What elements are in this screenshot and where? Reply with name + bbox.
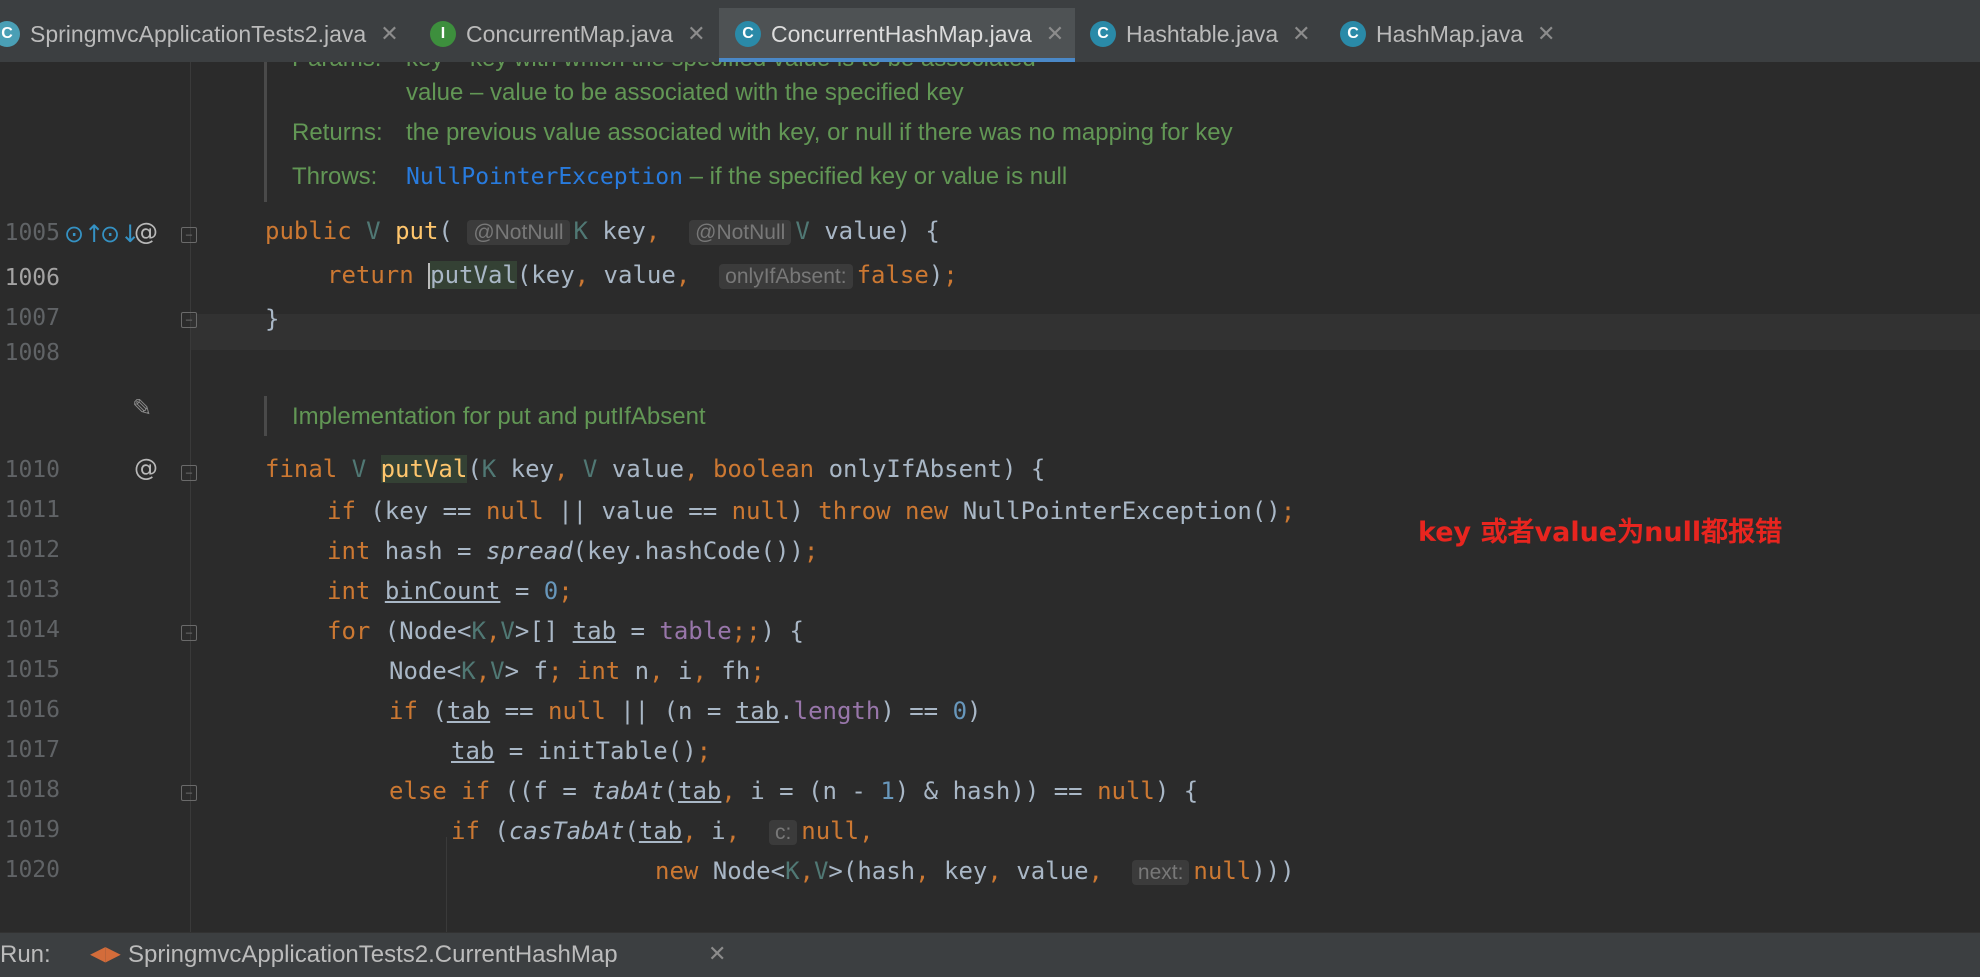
doc-throws-text: – if the specified key or value is null [682, 163, 1068, 190]
code-line-1015: Node<K,V> f; int n, i, fh; [389, 657, 765, 685]
fold-marker[interactable]: − [181, 785, 197, 801]
line-number: 1014 [4, 617, 60, 643]
close-icon[interactable]: ✕ [1292, 21, 1310, 47]
red-annotation: key 或者value为null都报错 [1418, 517, 1783, 548]
code-line-1019: if (casTabAt(tab, i, c: null, [451, 817, 874, 845]
tab-label: Hashtable.java [1126, 20, 1279, 47]
class-icon: C [1090, 21, 1116, 47]
doc-throws-label: Throws: [292, 163, 378, 190]
line-number: 1012 [4, 537, 60, 563]
doc-params-label: Params: [292, 62, 381, 74]
line-number: 1005 [4, 220, 60, 246]
run-config-name[interactable]: SpringmvcApplicationTests2.CurrentHashMa… [128, 941, 618, 969]
line-number: 1018 [4, 777, 60, 803]
run-config-icon: ◀▶ [90, 943, 121, 965]
code-line-1016: if (tab == null || (n = tab.length) == 0… [389, 697, 982, 725]
tab-springmvc-tests[interactable]: C SpringmvcApplicationTests2.java ✕ [0, 8, 404, 60]
line-number: 1008 [4, 340, 60, 366]
code-line-1013: int binCount = 0; [327, 577, 573, 605]
param-hint: @NotNull [689, 220, 792, 245]
tab-label: SpringmvcApplicationTests2.java [30, 20, 367, 47]
close-icon[interactable]: ✕ [1046, 21, 1064, 47]
doc-throws-link[interactable]: NullPointerException [406, 164, 683, 190]
line-number: 1010 [4, 457, 60, 483]
class-icon: C [1340, 21, 1366, 47]
tab-label: ConcurrentHashMap.java [771, 20, 1032, 47]
code-line-1020: new Node<K,V>(hash, key, value, next: nul… [655, 857, 1295, 885]
doc-returns-text: the previous value associated with key, … [406, 119, 1233, 146]
param-hint: onlyIfAbsent: [719, 264, 853, 289]
line-number: 1019 [4, 817, 60, 843]
code-editor[interactable]: Params: key – key with which the specifi… [0, 62, 1980, 932]
fold-marker[interactable]: − [181, 227, 197, 243]
close-icon[interactable]: ✕ [687, 21, 705, 47]
run-bar: Run: ◀▶ SpringmvcApplicationTests2.Curre… [0, 932, 1980, 977]
interface-icon: I [430, 21, 456, 47]
override-icon[interactable]: @ [134, 454, 158, 482]
tab-concurrent-map[interactable]: I ConcurrentMap.java ✕ [430, 8, 715, 60]
tab-hashtable[interactable]: C Hashtable.java ✕ [1090, 8, 1330, 60]
class-icon: C [0, 21, 20, 47]
implements-icon[interactable]: ⊙↑ [64, 220, 104, 248]
code-line-1007: } [265, 305, 280, 333]
fold-marker[interactable]: − [181, 465, 197, 481]
doc-throws: NullPointerException – if the specified … [406, 162, 1067, 192]
line-number: 1013 [4, 577, 60, 603]
line-number: 1016 [4, 697, 60, 723]
param-hint: c: [768, 820, 798, 845]
line-number: 1015 [4, 657, 60, 683]
close-icon[interactable]: ✕ [708, 941, 726, 967]
code-line-1014: for (Node<K,V>[] tab = table;;) { [327, 617, 804, 645]
doc-border [264, 396, 267, 436]
code-line-1010: final V putVal(K key, V value, boolean o… [265, 455, 1046, 483]
param-hint: next: [1131, 860, 1190, 885]
doc-returns-label: Returns: [292, 119, 383, 146]
edit-doc-icon[interactable]: ✎ [132, 394, 152, 422]
close-icon[interactable]: ✕ [1537, 21, 1555, 47]
code-line-1006: return putVal(key, value, onlyIfAbsent: f… [327, 261, 958, 289]
code-line-1011: if (key == null || value == null) throw … [327, 497, 1296, 525]
line-number: 1007 [4, 305, 60, 331]
line-number: 1017 [4, 737, 60, 763]
tab-label: HashMap.java [1376, 20, 1524, 47]
tab-concurrent-hash-map[interactable]: C ConcurrentHashMap.java ✕ [719, 8, 1075, 62]
indent-guide [446, 837, 447, 932]
tab-hashmap[interactable]: C HashMap.java ✕ [1340, 8, 1565, 60]
doc-implementation: Implementation for put and putIfAbsent [292, 403, 706, 430]
tab-label: ConcurrentMap.java [466, 20, 674, 47]
doc-params-key: key – key with which the specified value… [406, 62, 1036, 74]
doc-params-value: value – value to be associated with the … [406, 79, 964, 106]
code-line-1012: int hash = spread(key.hashCode()); [327, 537, 819, 565]
gutter-separator [190, 62, 191, 932]
code-line-1018: else if ((f = tabAt(tab, i = (n - 1) & h… [389, 777, 1199, 805]
fold-marker[interactable]: − [181, 625, 197, 641]
current-line-highlight [190, 314, 1980, 350]
line-number: 1020 [4, 857, 60, 883]
code-line-1017: tab = initTable(); [451, 737, 712, 765]
code-line-1005: public V put( @NotNull K key, @NotNull V v… [265, 217, 940, 245]
param-hint: @NotNull [467, 220, 570, 245]
close-icon[interactable]: ✕ [380, 21, 398, 47]
line-number: 1011 [4, 497, 60, 523]
line-number: 1006 [4, 265, 60, 291]
fold-marker[interactable]: − [181, 312, 197, 328]
editor-tab-bar: C SpringmvcApplicationTests2.java ✕ I Co… [0, 0, 1980, 63]
doc-border [264, 62, 267, 202]
run-label: Run: [0, 941, 51, 968]
override-icon[interactable]: @ [134, 218, 158, 246]
class-icon: C [735, 21, 761, 47]
